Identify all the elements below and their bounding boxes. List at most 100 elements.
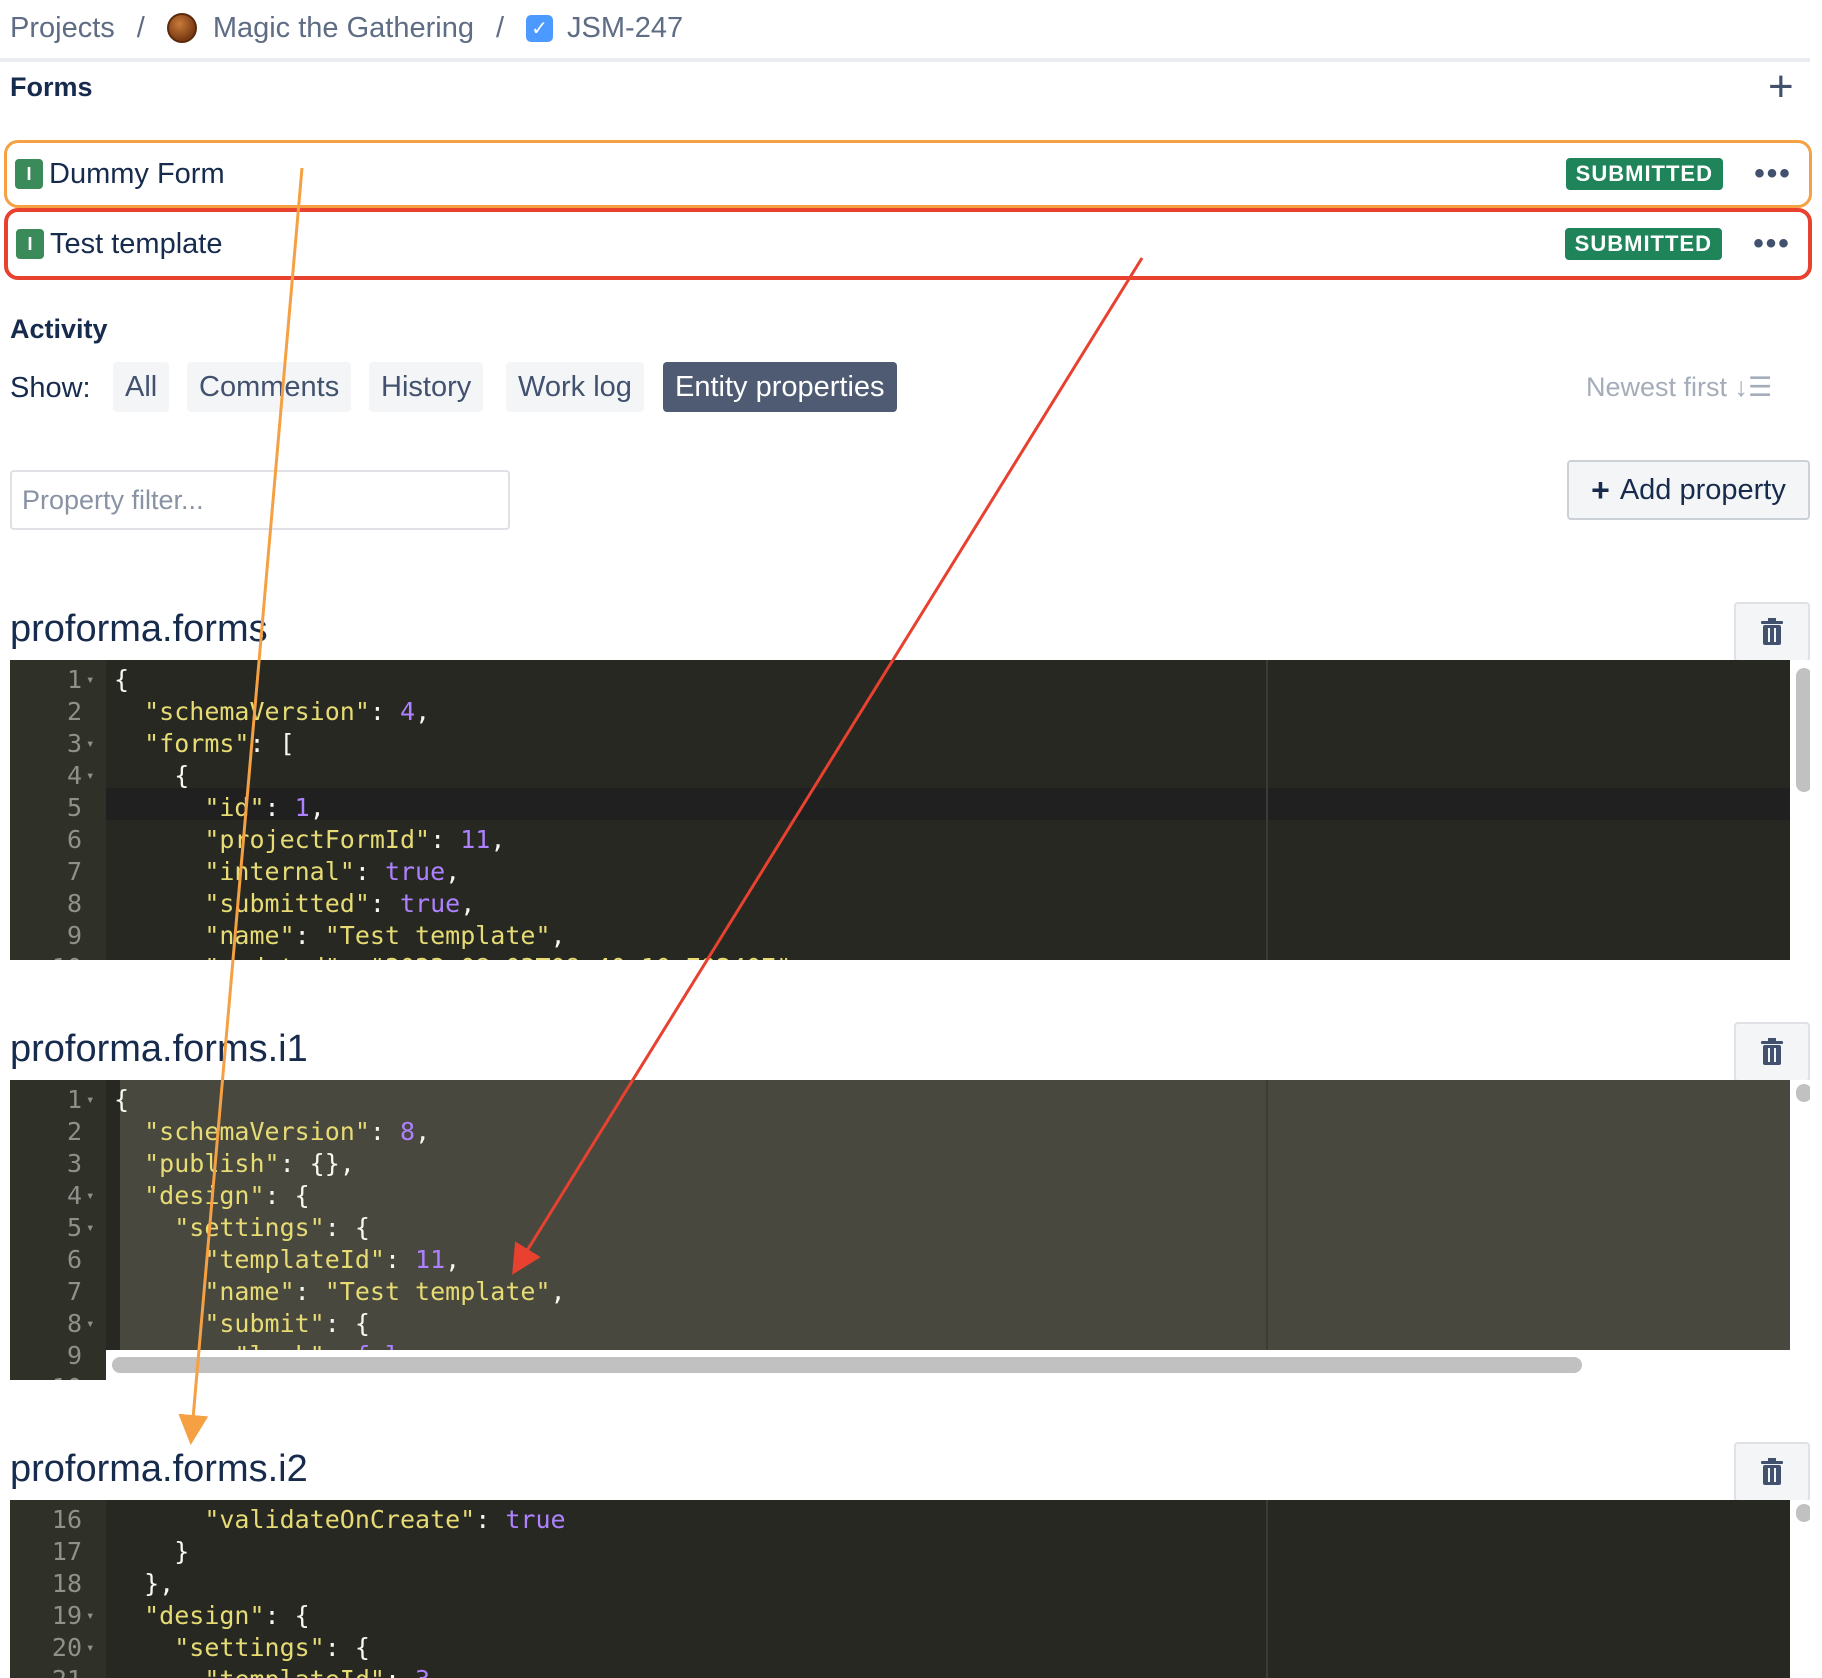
vertical-scrollbar[interactable] bbox=[1790, 1080, 1810, 1380]
code-text: "design": { bbox=[144, 1601, 310, 1630]
line-number: 8 bbox=[66, 1309, 82, 1338]
scrollbar-thumb[interactable] bbox=[1796, 668, 1810, 792]
code-text: "id": 1, bbox=[204, 793, 325, 822]
line-number: 3 bbox=[66, 1149, 82, 1178]
activity-heading: Activity bbox=[10, 314, 108, 344]
code-text: "validateOnCreate": true bbox=[204, 1505, 566, 1534]
divider bbox=[0, 58, 1810, 62]
line-number: 1 bbox=[66, 665, 82, 694]
line-number: 7 bbox=[66, 857, 82, 886]
code-text: { bbox=[114, 761, 190, 790]
fold-toggle-icon[interactable]: ▾ bbox=[86, 1084, 94, 1116]
code-text: }, bbox=[114, 1569, 175, 1598]
line-number: 10 bbox=[10, 952, 82, 960]
property-filter-input[interactable] bbox=[10, 470, 510, 530]
trash-icon bbox=[1761, 1038, 1783, 1065]
line-number: 6 bbox=[66, 825, 82, 854]
code-text: "templateId": 3, bbox=[114, 1664, 445, 1678]
breadcrumb-project-link[interactable]: Magic the Gathering bbox=[213, 12, 474, 45]
add-property-button[interactable]: + Add property bbox=[1567, 460, 1810, 520]
line-number: 20 bbox=[51, 1633, 82, 1662]
fold-toggle-icon[interactable]: ▾ bbox=[86, 1180, 94, 1212]
add-form-plus-icon[interactable]: + bbox=[1768, 62, 1794, 112]
fold-toggle-icon[interactable]: ▾ bbox=[86, 1632, 94, 1664]
task-checkbox-icon: ✓ bbox=[526, 14, 554, 42]
code-text: "schemaVersion": 4, bbox=[144, 697, 431, 726]
status-badge: SUBMITTED bbox=[1564, 228, 1722, 260]
line-number: 8 bbox=[66, 889, 82, 918]
json-editor[interactable]: 1 ▾{2 "schemaVersion": 4, 3 ▾ "forms": [4 ▾ … bbox=[10, 660, 1810, 960]
breadcrumb-issue-link[interactable]: JSM-247 bbox=[567, 12, 683, 45]
add-property-label: Add property bbox=[1619, 473, 1786, 506]
line-number: 9 bbox=[66, 921, 82, 950]
code-text: "internal": true, bbox=[204, 857, 461, 886]
line-number: 9 bbox=[66, 1341, 82, 1370]
print-margin bbox=[1266, 1500, 1268, 1678]
code-text: "forms": [ bbox=[144, 729, 295, 758]
more-actions-icon[interactable]: ••• bbox=[1740, 220, 1804, 268]
fold-toggle-icon[interactable]: ▾ bbox=[86, 1600, 94, 1632]
line-number: 19 bbox=[51, 1601, 82, 1630]
line-number: 5 bbox=[66, 1213, 82, 1242]
form-type-icon: I bbox=[16, 229, 44, 259]
more-actions-icon[interactable]: ••• bbox=[1741, 150, 1805, 198]
code-text: "name": "Test template", bbox=[204, 921, 566, 950]
sort-order-toggle[interactable]: Newest first ↓☰ bbox=[1586, 372, 1772, 403]
code-text: "submitted": true, bbox=[204, 889, 476, 918]
line-number: 21 bbox=[10, 1664, 82, 1678]
line-number: 17 bbox=[51, 1537, 82, 1566]
trash-icon bbox=[1761, 1458, 1783, 1485]
tab-history[interactable]: History bbox=[369, 362, 484, 412]
tab-all[interactable]: All bbox=[113, 362, 170, 412]
delete-property-button[interactable] bbox=[1734, 1022, 1810, 1082]
project-avatar-icon bbox=[166, 13, 197, 43]
scrollbar-thumb[interactable] bbox=[1796, 1504, 1810, 1522]
tab-comments[interactable]: Comments bbox=[187, 362, 352, 412]
plus-icon: + bbox=[1591, 471, 1610, 508]
code-text: "design": { bbox=[144, 1181, 310, 1210]
code-text: "settings": { bbox=[174, 1633, 370, 1662]
fold-toggle-icon[interactable]: ▾ bbox=[86, 728, 94, 760]
line-number: 18 bbox=[51, 1569, 82, 1598]
breadcrumb: Projects / Magic the Gathering / ✓ JSM-2… bbox=[10, 8, 683, 48]
breadcrumb-projects-link[interactable]: Projects bbox=[10, 12, 115, 45]
form-type-icon: I bbox=[15, 159, 43, 189]
line-number: 3 bbox=[66, 729, 82, 758]
fold-toggle-icon[interactable]: ▾ bbox=[86, 1308, 94, 1340]
fold-toggle-icon[interactable]: ▾ bbox=[86, 760, 94, 792]
code-text: { bbox=[114, 1085, 130, 1114]
code-text: "settings": { bbox=[174, 1213, 370, 1242]
line-number: 4 bbox=[66, 1181, 82, 1210]
breadcrumb-separator: / bbox=[136, 11, 145, 44]
code-text: { bbox=[114, 665, 130, 694]
form-name[interactable]: Dummy Form bbox=[49, 158, 1566, 191]
scrollbar-thumb[interactable] bbox=[1796, 1084, 1810, 1102]
show-label: Show: bbox=[10, 372, 91, 404]
json-editor[interactable]: 16 "validateOnCreate": true 17 } 18 }, 19 ▾ … bbox=[10, 1500, 1810, 1678]
delete-property-button[interactable] bbox=[1734, 602, 1810, 662]
print-margin bbox=[1266, 660, 1268, 960]
active-line-highlight bbox=[106, 788, 1790, 820]
vertical-scrollbar[interactable] bbox=[1790, 1500, 1810, 1678]
form-name[interactable]: Test template bbox=[50, 228, 1565, 261]
fold-toggle-icon[interactable]: ▾ bbox=[86, 664, 94, 696]
code-text: "publish": {}, bbox=[144, 1149, 355, 1178]
line-number: 2 bbox=[66, 1117, 82, 1146]
form-row-dummy-form[interactable]: I Dummy Form SUBMITTED ••• bbox=[4, 140, 1812, 208]
line-number: 1 bbox=[66, 1085, 82, 1114]
line-number: 7 bbox=[66, 1277, 82, 1306]
delete-property-button[interactable] bbox=[1734, 1442, 1810, 1502]
code-text: "templateId": 11, bbox=[204, 1245, 461, 1274]
code-text: "submit": { bbox=[204, 1309, 370, 1338]
fold-toggle-icon[interactable]: ▾ bbox=[86, 1212, 94, 1244]
breadcrumb-separator: / bbox=[495, 11, 505, 44]
json-editor[interactable]: 1 ▾{2 "schemaVersion": 8, 3 "publish": {},… bbox=[10, 1080, 1810, 1380]
line-number: 2 bbox=[66, 697, 82, 726]
code-text: "name": "Test template", bbox=[204, 1277, 566, 1306]
tab-work-log[interactable]: Work log bbox=[506, 362, 644, 412]
tab-entity-properties[interactable]: Entity properties bbox=[663, 362, 897, 412]
form-row-test-template[interactable]: I Test template SUBMITTED ••• bbox=[4, 208, 1812, 280]
horizontal-scrollbar-thumb[interactable] bbox=[112, 1357, 1582, 1373]
status-badge: SUBMITTED bbox=[1565, 158, 1723, 190]
code-text: } bbox=[114, 1537, 190, 1566]
